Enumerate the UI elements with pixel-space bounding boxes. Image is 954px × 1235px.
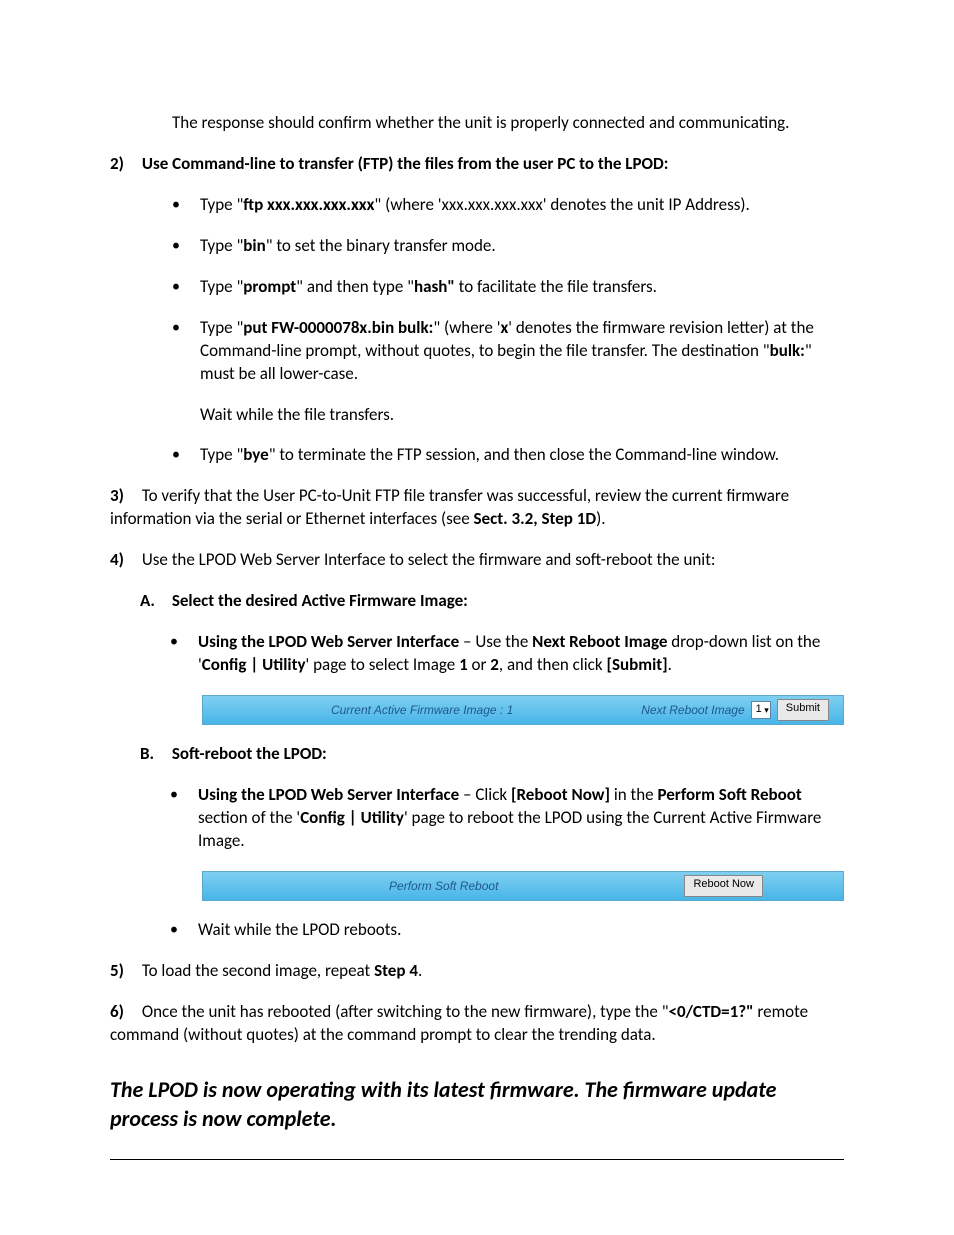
footer-rule [110,1159,844,1160]
current-firmware-label: Current Active Firmware Image : 1 [203,702,641,718]
step-4b-wait: Wait while the LPOD reboots. [170,919,844,942]
soft-reboot-label: Perform Soft Reboot [203,878,684,894]
document-page: The response should confirm whether the … [0,0,954,1235]
step-2-bullet-prompt: Type "prompt" and then type "hash" to fa… [172,276,844,299]
step-2-bullet-bye: Type "bye" to terminate the FTP session,… [172,444,844,467]
step-3: 3) To verify that the User PC-to-Unit FT… [110,485,844,531]
step-2-bullet-put: Type "put FW-0000078x.bin bulk:" (where … [172,317,844,427]
step-5: 5) To load the second image, repeat Step… [110,960,844,983]
step-2-heading: Use Command-line to transfer (FTP) the f… [142,153,669,174]
substep-letter: B. [140,743,168,766]
step-2-bullet-ftp: Type "ftp xxx.xxx.xxx.xxx" (where 'xxx.x… [172,194,844,217]
step-4a-title: Select the desired Active Firmware Image… [172,590,468,611]
step-4b-bullet: Using the LPOD Web Server Interface – Cl… [170,784,844,853]
next-reboot-label: Next Reboot Image [641,702,744,718]
firmware-image-panel: Current Active Firmware Image : 1 Next R… [202,695,844,725]
reboot-now-button[interactable]: Reboot Now [684,875,763,897]
step-number: 5) [110,960,138,983]
substep-letter: A. [140,590,168,613]
step-4b-title: Soft-reboot the LPOD: [172,743,327,764]
closing-statement: The LPOD is now operating with its lates… [110,1075,844,1134]
soft-reboot-panel: Perform Soft Reboot Reboot Now [202,871,844,901]
intro-paragraph: The response should confirm whether the … [172,112,844,135]
step-4a-bullet: Using the LPOD Web Server Interface – Us… [170,631,844,677]
next-reboot-select[interactable]: 1 [751,701,771,719]
submit-button[interactable]: Submit [777,699,829,721]
step-4a: A. Select the desired Active Firmware Im… [140,590,844,725]
step-number: 3) [110,485,138,508]
step-number: 2) [110,153,138,176]
step-2-bullet-bin: Type "bin" to set the binary transfer mo… [172,235,844,258]
step-number: 6) [110,1001,138,1024]
step-4b: B. Soft-reboot the LPOD: Using the LPOD … [140,743,844,942]
step-2: 2) Use Command-line to transfer (FTP) th… [110,153,844,467]
step-2-wait-note: Wait while the file transfers. [200,404,844,427]
step-number: 4) [110,549,138,572]
step-6: 6) Once the unit has rebooted (after swi… [110,1001,844,1047]
step-4: 4) Use the LPOD Web Server Interface to … [110,549,844,941]
